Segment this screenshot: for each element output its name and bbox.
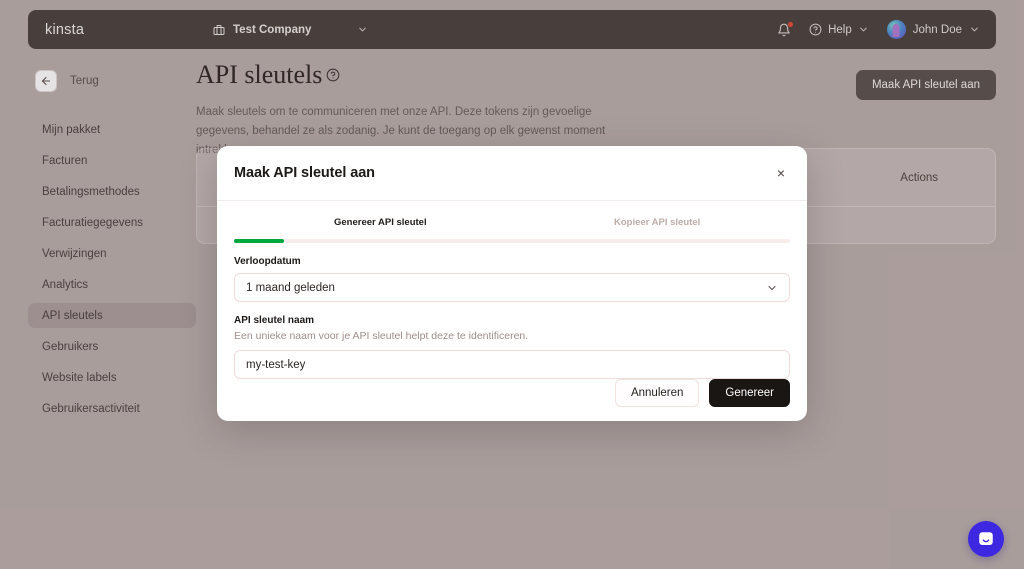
- modal-footer: Annuleren Genereer: [217, 365, 807, 421]
- expiry-selected-value: 1 maand geleden: [246, 281, 335, 294]
- modal-form: Verloopdatum 1 maand geleden API sleutel…: [217, 243, 807, 379]
- chevron-down-icon: [766, 282, 778, 294]
- app-root: kinsta Test Company Help John Doe Terug …: [0, 0, 1024, 569]
- name-hint: Een unieke naam voor je API sleutel help…: [234, 330, 529, 342]
- expiry-label: Verloopdatum: [234, 256, 301, 267]
- name-label: API sleutel naam: [234, 315, 315, 326]
- generate-button[interactable]: Genereer: [709, 379, 790, 407]
- step-labels: Genereer API sleutel Kopieer API sleutel: [234, 217, 790, 233]
- progress-bar-fill: [234, 239, 284, 243]
- progress-bar: [234, 239, 790, 243]
- close-icon[interactable]: ×: [772, 164, 790, 182]
- chat-bubble-icon: [977, 530, 995, 548]
- expiry-field-group: Verloopdatum 1 maand geleden: [234, 256, 790, 302]
- expiry-select[interactable]: 1 maand geleden: [234, 273, 790, 302]
- modal-title: Maak API sleutel aan: [234, 165, 375, 181]
- modal-stepper: Genereer API sleutel Kopieer API sleutel: [217, 201, 807, 243]
- create-api-key-modal: Maak API sleutel aan × Genereer API sleu…: [217, 146, 807, 421]
- step-label-copy: Kopieer API sleutel: [614, 217, 701, 228]
- cancel-button[interactable]: Annuleren: [614, 379, 700, 407]
- chat-launcher-button[interactable]: [968, 521, 1004, 557]
- modal-header: Maak API sleutel aan ×: [217, 146, 807, 201]
- step-label-generate: Genereer API sleutel: [334, 217, 427, 228]
